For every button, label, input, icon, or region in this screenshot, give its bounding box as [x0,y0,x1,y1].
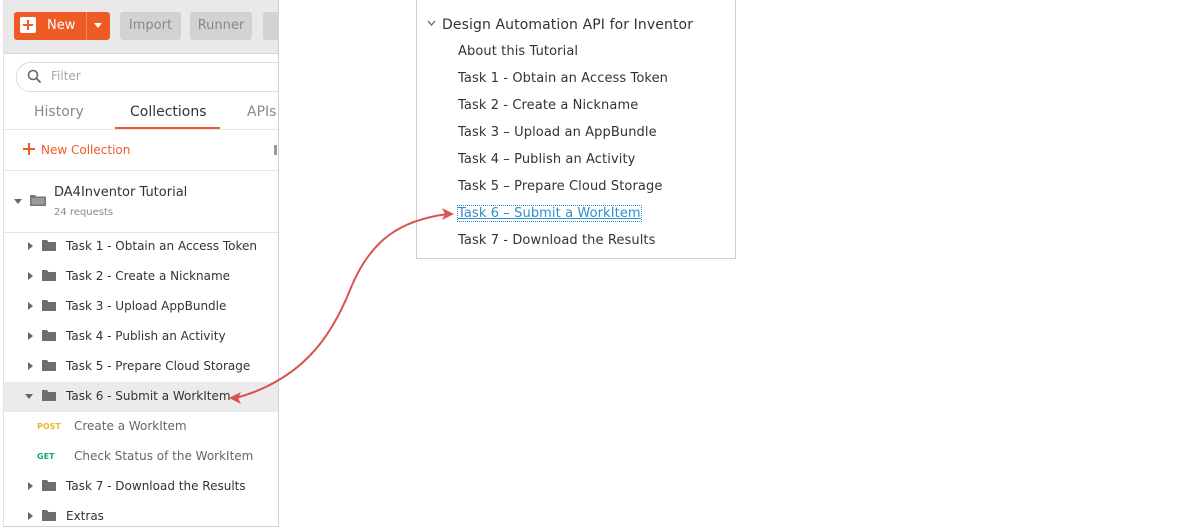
collection-folder-icon [30,195,46,206]
toc-link[interactable]: Task 5 – Prepare Cloud Storage [458,179,662,194]
new-button-divider [86,12,87,40]
folder-row-selected[interactable]: Task 6 - Submit a WorkItem [4,382,278,412]
folder-label: Task 4 - Publish an Activity [66,329,226,343]
plus-icon [23,143,35,155]
request-label: Create a WorkItem [74,419,187,433]
folder-label: Task 5 - Prepare Cloud Storage [66,359,251,373]
folder-icon [42,300,56,311]
collection-request-count: 24 requests [54,207,114,218]
folder-label: Task 7 - Download the Results [66,479,246,493]
new-button-label: New [47,18,76,33]
chevron-down-icon[interactable] [427,20,436,26]
toc-link[interactable]: Task 4 – Publish an Activity [458,152,635,167]
search-icon [27,69,41,83]
toc-link[interactable]: Task 7 - Download the Results [458,233,655,248]
new-collection-button[interactable]: New Collection [23,143,130,157]
tab-collections[interactable]: Collections [130,104,207,120]
chevron-right-icon[interactable] [28,512,33,520]
request-row[interactable]: GET Check Status of the WorkItem [4,442,278,472]
toc-link-active[interactable]: Task 6 – Submit a WorkItem [457,205,642,222]
folder-label: Task 3 - Upload AppBundle [66,299,227,313]
chevron-right-icon[interactable] [28,302,33,310]
search-input[interactable] [51,69,251,83]
sort-icon[interactable] [274,145,277,155]
collection-header[interactable]: DA4Inventor Tutorial 24 requests [4,172,278,230]
chevron-down-icon[interactable] [14,199,22,204]
toc-link[interactable]: Task 2 - Create a Nickname [458,98,638,113]
toc-link[interactable]: About this Tutorial [458,44,578,59]
folder-icon [42,510,56,521]
folder-label: Task 2 - Create a Nickname [66,269,231,283]
folder-row[interactable]: Task 4 - Publish an Activity [4,322,278,352]
folder-row[interactable]: Task 2 - Create a Nickname [4,262,278,292]
plus-icon [20,17,36,33]
import-button[interactable]: Import [120,12,181,40]
folder-row[interactable]: Extras [4,502,278,526]
collection-name: DA4Inventor Tutorial [54,185,188,200]
postman-sidebar: New Import Runner History Collections AP… [3,0,279,527]
toolbar: New Import Runner [4,0,278,54]
tutorial-toc: Design Automation API for Inventor About… [416,0,736,259]
chevron-right-icon[interactable] [28,362,33,370]
folder-label: Task 6 - Submit a WorkItem [66,389,231,403]
divider [4,129,278,130]
folder-row[interactable]: Task 7 - Download the Results [4,472,278,502]
chevron-right-icon[interactable] [28,482,33,490]
folder-icon [42,330,56,341]
request-label: Check Status of the WorkItem [74,449,254,463]
toc-section-title[interactable]: Design Automation API for Inventor [442,17,693,33]
new-collection-label: New Collection [41,143,131,157]
chevron-right-icon[interactable] [28,332,33,340]
request-row[interactable]: POST Create a WorkItem [4,412,278,442]
runner-button[interactable]: Runner [190,12,252,40]
toc-link[interactable]: Task 3 – Upload an AppBundle [458,125,657,140]
folder-row[interactable]: Task 5 - Prepare Cloud Storage [4,352,278,382]
folder-row[interactable]: Task 3 - Upload AppBundle [4,292,278,322]
toolbar-more-button[interactable] [263,12,278,40]
chevron-right-icon[interactable] [28,272,33,280]
divider [4,170,278,171]
request-method: GET [37,452,55,461]
folder-label: Extras [66,509,104,523]
folder-icon [42,240,56,251]
folder-icon [42,390,56,401]
folder-row[interactable]: Task 1 - Obtain an Access Token [4,232,278,262]
folder-icon [42,270,56,281]
request-method: POST [37,422,61,431]
folder-label: Task 1 - Obtain an Access Token [66,239,257,253]
tab-apis[interactable]: APIs [247,104,276,120]
tab-history[interactable]: History [34,104,84,120]
folder-icon [42,480,56,491]
new-button[interactable]: New [14,12,110,40]
chevron-right-icon[interactable] [28,242,33,250]
toc-link[interactable]: Task 1 - Obtain an Access Token [458,71,668,86]
chevron-down-icon[interactable] [94,23,102,28]
chevron-down-icon[interactable] [25,394,33,399]
folder-icon [42,360,56,371]
search-box[interactable] [16,62,278,92]
